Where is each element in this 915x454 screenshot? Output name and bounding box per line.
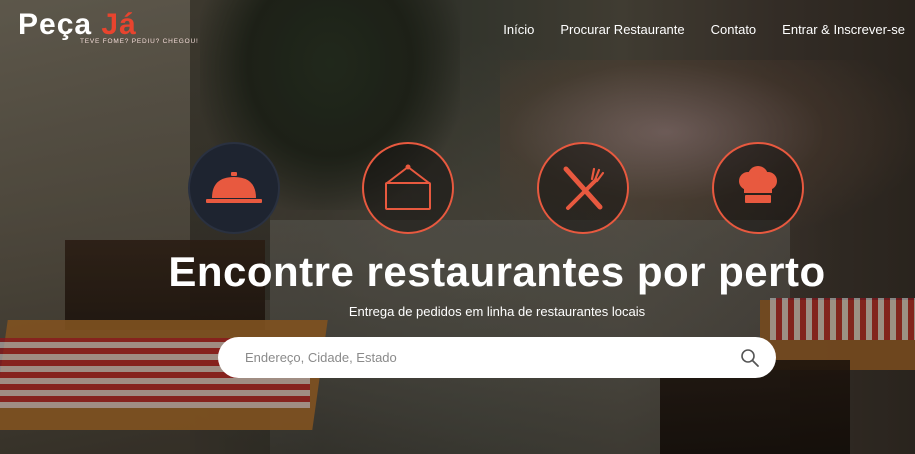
search-input[interactable] (243, 336, 738, 379)
feature-circle-cutlery[interactable] (537, 142, 629, 234)
nav-link-procurar-restaurante[interactable]: Procurar Restaurante (560, 22, 684, 37)
feature-circle-signboard[interactable] (362, 142, 454, 234)
brand-name-part2: Já (101, 8, 137, 41)
feature-circle-cloche[interactable] (188, 142, 280, 234)
nav-link-entrar-inscrever[interactable]: Entrar & Inscrever-se (782, 22, 905, 37)
nav-link-inicio[interactable]: Início (503, 22, 534, 37)
search-icon[interactable] (738, 346, 762, 370)
brand-tagline: TEVE FOME? PEDIU? CHEGOU! (80, 38, 199, 45)
cloche-icon (206, 172, 262, 203)
brand-logo[interactable]: Peça Já TEVE FOME? PEDIU? CHEGOU! (18, 10, 199, 46)
nav-link-contato[interactable]: Contato (711, 22, 757, 37)
chef-hat-icon (739, 166, 777, 203)
brand-name: Peça Já (18, 10, 199, 40)
knife-fork-icon (563, 166, 605, 210)
main-nav: Início Procurar Restaurante Contato Entr… (503, 22, 905, 37)
hero-title: Encontre restaurantes por perto (168, 248, 826, 295)
signboard-icon (385, 164, 431, 210)
hero-subtitle: Entrega de pedidos em linha de restauran… (348, 304, 646, 319)
brand-name-part1: Peça (18, 8, 102, 41)
search-bar (218, 336, 776, 379)
feature-circle-chef[interactable] (712, 142, 804, 234)
